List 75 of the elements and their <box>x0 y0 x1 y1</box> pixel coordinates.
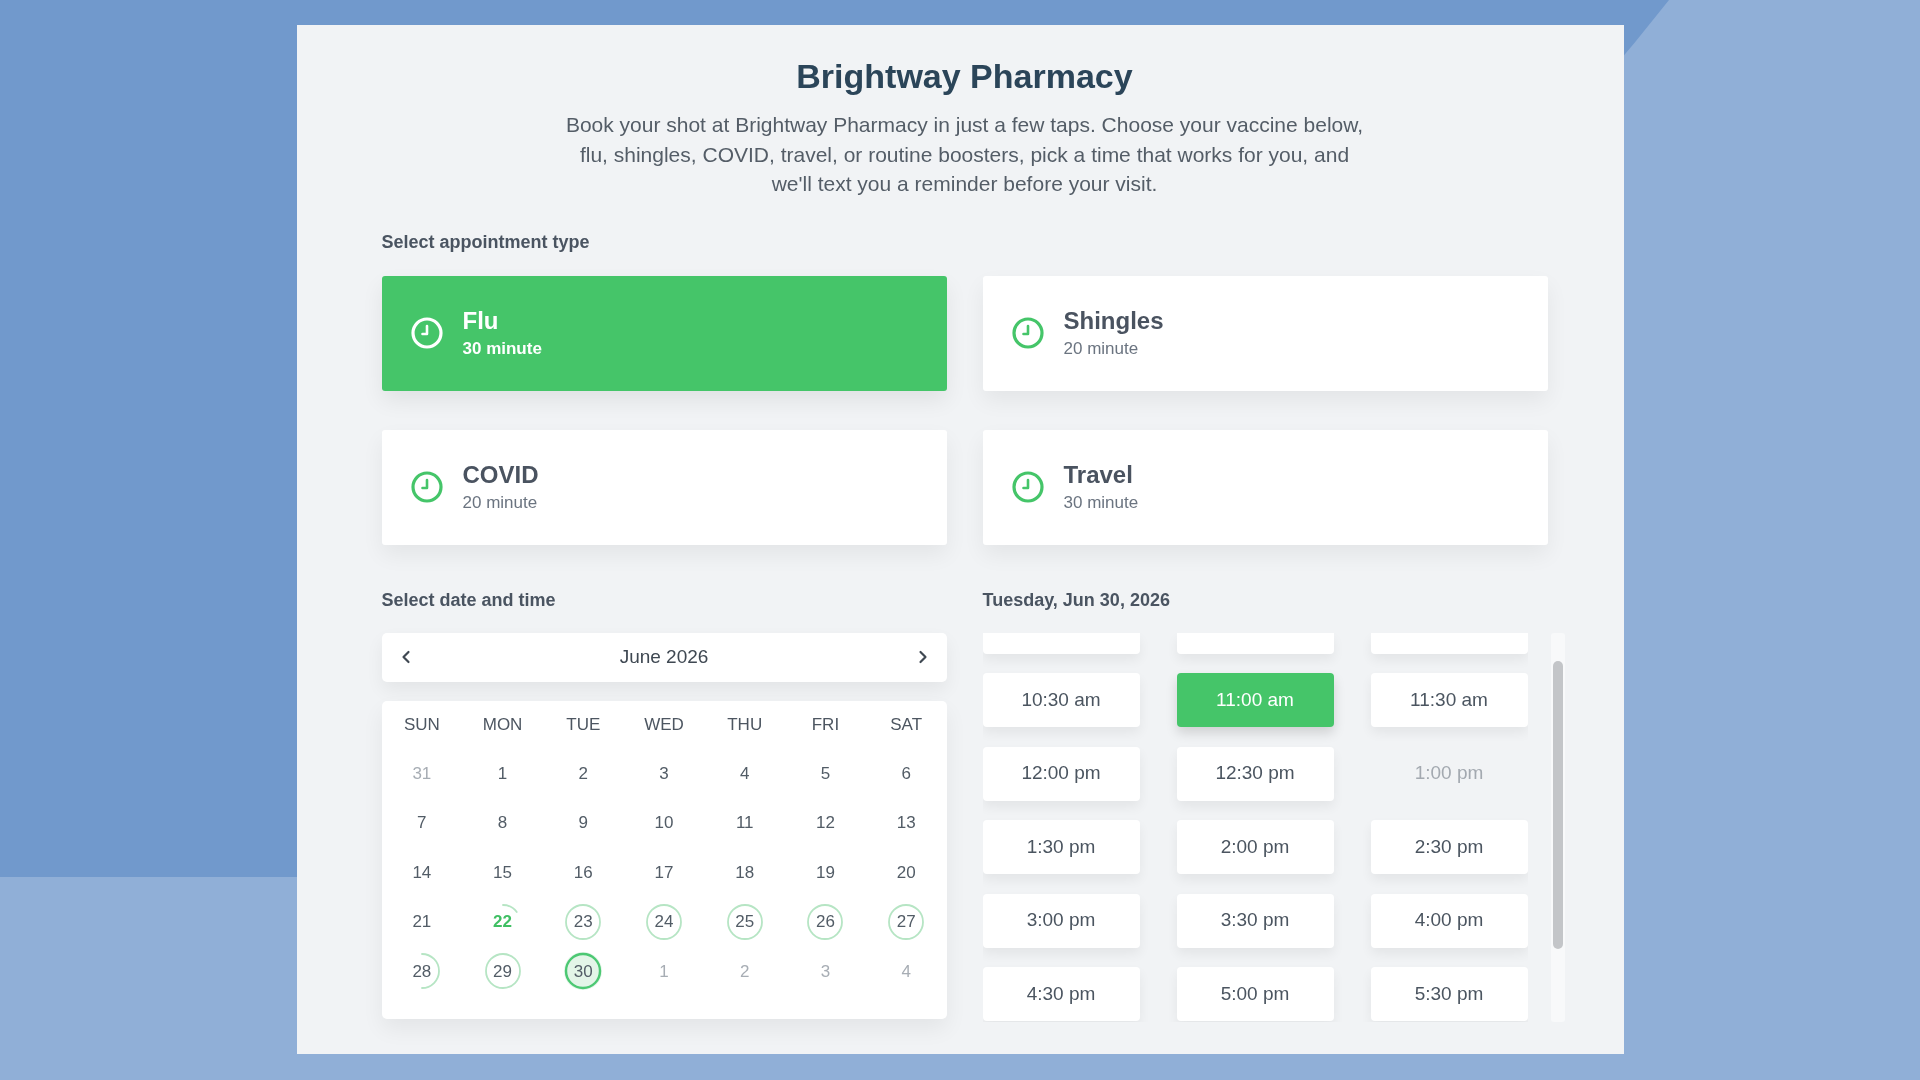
appointment-type-card[interactable]: COVID 20 minute <box>381 429 947 545</box>
time-slot-button[interactable]: 2:00 pm <box>1176 820 1334 874</box>
weekday-label: WED <box>643 713 685 736</box>
clock-icon <box>1011 471 1044 503</box>
weekday-label: SUN <box>402 713 441 736</box>
clock-icon <box>410 471 443 503</box>
weekday-label: FRI <box>810 713 841 736</box>
time-slot-button[interactable]: 2:30 pm <box>1370 820 1528 874</box>
calendar-day[interactable]: 4 <box>725 754 764 793</box>
weekday-label: MON <box>481 713 524 736</box>
calendar-day[interactable]: 14 <box>402 853 441 892</box>
appointment-duration: 20 minute <box>1063 338 1139 360</box>
weekday-label: TUE <box>565 713 602 736</box>
appointment-type-name: Flu <box>462 306 499 335</box>
calendar-day[interactable]: 16 <box>564 853 603 892</box>
calendar-day[interactable]: 26 <box>806 902 845 941</box>
calendar-day[interactable]: 3 <box>645 754 683 793</box>
calendar-day[interactable]: 2 <box>564 754 603 793</box>
calendar-day[interactable]: 5 <box>806 754 845 793</box>
scrollbar-track[interactable] <box>1550 632 1565 1022</box>
calendar-day[interactable]: 18 <box>725 853 764 892</box>
time-slot-button[interactable]: 4:00 pm <box>1370 893 1528 948</box>
appointment-type-card[interactable]: Shingles 20 minute <box>982 275 1548 391</box>
section-label: Select appointment type <box>381 230 591 254</box>
calendar-day[interactable]: 23 <box>564 902 603 941</box>
calendar-day[interactable]: 1 <box>483 754 522 793</box>
calendar-day[interactable]: 10 <box>645 803 683 842</box>
calendar-day[interactable]: 8 <box>483 803 522 842</box>
appointment-type-name: Shingles <box>1063 306 1164 335</box>
clock-icon <box>410 317 443 349</box>
calendar-day[interactable]: 25 <box>725 902 764 941</box>
calendar-day[interactable]: 7 <box>402 803 441 842</box>
scrollbar-thumb[interactable] <box>1552 660 1563 949</box>
time-slot-button[interactable]: 3:30 pm <box>1176 893 1334 948</box>
calendar-day[interactable]: 12 <box>806 803 845 842</box>
time-slot-button[interactable] <box>1370 632 1528 654</box>
time-slot-button[interactable]: 4:30 pm <box>982 967 1140 1021</box>
time-slot-button[interactable]: 10:30 am <box>982 673 1140 727</box>
calendar-day[interactable]: 30 <box>564 952 603 991</box>
calendar-day[interactable]: 27 <box>887 902 926 941</box>
time-slot-button[interactable]: 5:30 pm <box>1370 967 1528 1021</box>
time-slot-button[interactable]: 11:30 am <box>1370 673 1528 727</box>
time-slot-button[interactable]: 12:00 pm <box>982 746 1140 801</box>
appointment-type-name: Travel <box>1063 460 1133 489</box>
weekday-label: SAT <box>889 713 924 736</box>
calendar-day[interactable]: 17 <box>645 853 683 892</box>
selected-date-label: Tuesday, Jun 30, 2026 <box>982 588 1171 612</box>
calendar-day[interactable]: 9 <box>564 803 603 842</box>
page-title: Brightway Pharmacy <box>795 56 1134 97</box>
clock-icon <box>1011 317 1044 349</box>
time-slot-button[interactable]: 12:30 pm <box>1176 746 1334 801</box>
month-title: June 2026 <box>619 644 709 669</box>
appointment-duration: 30 minute <box>1063 492 1139 514</box>
appointment-type-name: COVID <box>462 460 539 489</box>
time-slot-button[interactable] <box>1176 632 1334 654</box>
appointment-type-card[interactable]: Travel 30 minute <box>982 429 1548 545</box>
calendar-day[interactable]: 19 <box>806 853 845 892</box>
calendar-day[interactable]: 20 <box>887 853 926 892</box>
time-slot-button[interactable]: 3:00 pm <box>982 893 1140 948</box>
weekday-label: THU <box>726 713 764 736</box>
calendar-day[interactable]: 15 <box>483 853 522 892</box>
appointment-duration: 20 minute <box>462 492 538 514</box>
calendar-day[interactable]: 21 <box>402 902 441 941</box>
section-label: Select date and time <box>381 588 557 612</box>
calendar-day[interactable]: 13 <box>887 803 926 842</box>
calendar-day[interactable]: 6 <box>887 754 926 793</box>
calendar-day[interactable]: 24 <box>645 902 683 941</box>
calendar-day[interactable]: 11 <box>725 803 764 842</box>
calendar-day[interactable]: 29 <box>483 952 522 991</box>
time-slot-button[interactable]: 1:30 pm <box>982 820 1140 874</box>
appointment-duration: 30 minute <box>462 338 542 360</box>
time-slot-button[interactable]: 5:00 pm <box>1176 967 1334 1021</box>
calendar-day[interactable]: 28 <box>402 952 441 991</box>
time-slot-button[interactable] <box>982 632 1140 654</box>
intro-text: Book your shot at Brightway Pharmacy in just a few taps. Choose your vaccine below, flu, shingles, COVID, travel, or routine boosters, pick a time that works for you, and we'll text you a reminder before your visit. <box>564 112 1365 197</box>
